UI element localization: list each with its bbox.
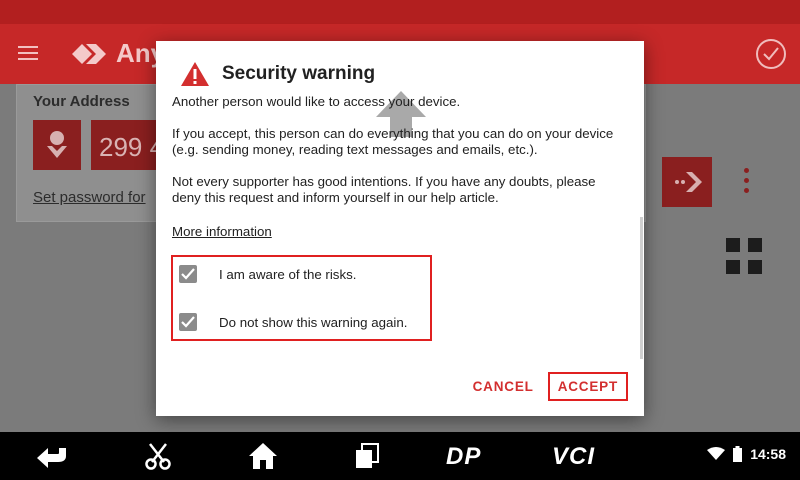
checkbox-checked-icon[interactable] [179, 265, 197, 283]
scissors-icon[interactable] [144, 442, 172, 470]
checkbox-aware-risks[interactable]: I am aware of the risks. [179, 265, 356, 283]
accept-button[interactable]: ACCEPT [547, 372, 628, 401]
checkbox-label: Do not show this warning again. [219, 314, 408, 330]
more-options-icon[interactable] [744, 168, 750, 198]
more-information-link[interactable]: More information [172, 224, 272, 240]
person-icon [33, 120, 81, 170]
status-bar [0, 0, 800, 24]
message-paragraph: Another person would like to access your… [172, 94, 461, 109]
wifi-icon [707, 447, 726, 460]
warning-triangle-icon [180, 61, 210, 87]
menu-icon[interactable] [16, 42, 40, 66]
dialog-message: Another person would like to access your… [172, 94, 622, 239]
app-logo: Any [72, 38, 165, 69]
checkbox-label: I am aware of the risks. [219, 266, 357, 282]
checkbox-dont-show-again[interactable]: Do not show this warning again. [179, 313, 407, 331]
clock: 14:58 [750, 446, 786, 462]
set-password-link[interactable]: Set password for [33, 189, 146, 206]
system-tray: 14:58 [707, 446, 786, 462]
dialog-actions: CANCEL ACCEPT [465, 372, 628, 401]
back-icon[interactable] [36, 442, 70, 470]
cancel-button[interactable]: CANCEL [465, 373, 542, 400]
dialog-scrollbar[interactable] [640, 217, 643, 359]
check-circle-icon[interactable] [756, 39, 786, 69]
checkbox-group: I am aware of the risks. Do not show thi… [171, 255, 432, 341]
navigation-bar: DP VCI 14:58 [0, 432, 800, 480]
home-icon[interactable] [248, 442, 278, 470]
vci-button[interactable]: VCI [552, 443, 595, 471]
dialog-header: Security warning [180, 61, 375, 87]
connect-button[interactable] [662, 157, 712, 207]
security-warning-dialog: Security warning Another person would li… [156, 41, 644, 416]
dialog-title: Security warning [222, 63, 376, 84]
message-paragraph: If you accept, this person can do everyt… [172, 126, 614, 157]
logo-arrows-icon [72, 43, 106, 64]
message-paragraph: Not every supporter has good intentions.… [172, 174, 596, 205]
dp-button[interactable]: DP [446, 443, 481, 471]
address-label: Your Address [33, 93, 130, 110]
battery-icon [733, 446, 743, 462]
recent-apps-icon[interactable] [354, 442, 380, 470]
checkbox-checked-icon[interactable] [179, 313, 197, 331]
grid-view-icon[interactable] [726, 238, 762, 274]
